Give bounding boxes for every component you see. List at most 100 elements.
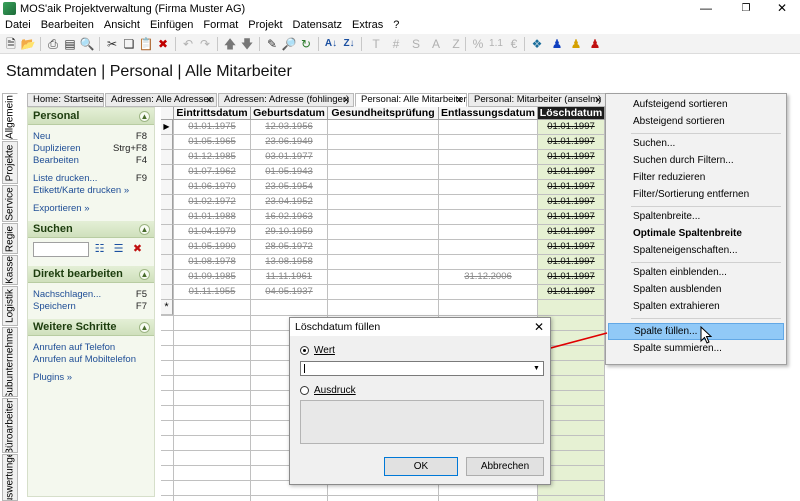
grid-cell[interactable]: 01.01.1997 <box>538 195 605 210</box>
grid-cell[interactable] <box>328 120 439 135</box>
col-header-gesundheitspruefung[interactable]: Gesundheitsprüfung <box>328 107 439 120</box>
grid-cell[interactable]: 01.01.1997 <box>538 270 605 285</box>
collapse-icon[interactable]: ▲ <box>139 111 150 122</box>
collapse-icon[interactable]: ▲ <box>139 224 150 235</box>
number-format-icon[interactable]: 1.1 <box>488 36 504 52</box>
move-down-icon[interactable]: 🡇 <box>239 36 255 52</box>
menu-projekt[interactable]: Projekt <box>243 18 287 34</box>
close-tab-icon[interactable]: ✕ <box>205 94 213 106</box>
edit-icon[interactable]: ✎ <box>264 36 280 52</box>
sort-ascending-icon[interactable]: A↓ <box>323 36 339 52</box>
menu-item-column-properties[interactable]: Spalteneigenschaften... <box>608 243 784 260</box>
format-text-icon[interactable]: T <box>368 36 384 52</box>
grid-cell[interactable]: 13.08.1958 <box>251 255 328 270</box>
row-header[interactable] <box>161 270 173 285</box>
collapse-icon[interactable]: ▲ <box>139 269 150 280</box>
percent-icon[interactable]: % <box>470 36 486 52</box>
row-header[interactable] <box>161 150 173 165</box>
redo-icon[interactable]: ↷ <box>197 36 213 52</box>
tools-icon[interactable]: ❖ <box>529 36 545 52</box>
user-red-icon[interactable]: ♟ <box>587 36 603 52</box>
grid-cell[interactable] <box>439 180 538 195</box>
copy-icon[interactable]: ❏ <box>121 36 137 52</box>
ok-button[interactable]: OK <box>384 457 458 476</box>
row-header[interactable] <box>161 180 173 195</box>
menu-extras[interactable]: Extras <box>347 18 388 34</box>
grid-cell[interactable]: 23.06.1949 <box>251 135 328 150</box>
grid-cell[interactable] <box>439 120 538 135</box>
format-number-icon[interactable]: # <box>388 36 404 52</box>
menu-item-search-filter[interactable]: Suchen durch Filtern... <box>608 153 784 170</box>
menu-item-remove-filter[interactable]: Filter/Sortierung entfernen <box>608 187 784 204</box>
row-header[interactable] <box>161 255 173 270</box>
user-yellow-icon[interactable]: ♟ <box>568 36 584 52</box>
menu-item-fill-column[interactable]: Spalte füllen... <box>608 323 784 340</box>
action-liste-drucken[interactable]: Liste drucken... F9 <box>28 173 154 185</box>
menu-ansicht[interactable]: Ansicht <box>99 18 145 34</box>
menu-item-reduce-filter[interactable]: Filter reduzieren <box>608 170 784 187</box>
tab-mitarbeiter-anselm[interactable]: Personal: Mitarbeiter (anselm) ✕ <box>468 93 606 107</box>
menu-item-show-columns[interactable]: Spalten einblenden... <box>608 265 784 282</box>
menu-help[interactable]: ? <box>388 18 404 34</box>
grid-cell[interactable]: 01.06.1970 <box>174 180 251 195</box>
tab-adresse-fohlinger[interactable]: Adressen: Adresse (fohlinger) ✕ <box>218 93 354 107</box>
close-tab-icon[interactable]: ✕ <box>455 94 463 106</box>
grid-cell[interactable]: 01.09.1985 <box>174 270 251 285</box>
paste-icon[interactable]: 📋 <box>138 36 154 52</box>
menu-item-hide-columns[interactable]: Spalten ausblenden <box>608 282 784 299</box>
col-header-geburtsdatum[interactable]: Geburtsdatum <box>251 107 328 120</box>
print-preview-icon[interactable]: 🔍 <box>79 36 95 52</box>
row-header[interactable] <box>161 240 173 255</box>
value-combobox[interactable]: ▼ <box>300 361 544 376</box>
action-anrufen-telefon[interactable]: Anrufen auf Telefon <box>28 342 154 354</box>
filter-list-icon[interactable]: ☰ <box>111 242 126 257</box>
menu-datensatz[interactable]: Datensatz <box>288 18 348 34</box>
grid-cell[interactable]: 12.03.1956 <box>251 120 328 135</box>
open-folder-icon[interactable]: 📂 <box>20 36 36 52</box>
format-z-icon[interactable]: Z <box>448 36 464 52</box>
expression-input[interactable] <box>300 400 544 444</box>
grid-cell[interactable] <box>328 285 439 300</box>
grid-cell[interactable] <box>439 195 538 210</box>
side-tab-subunternehmer[interactable]: Subunternehmer <box>2 327 18 397</box>
menu-item-sort-ascending[interactable]: Aufsteigend sortieren <box>608 97 784 114</box>
grid-cell[interactable]: 01.07.1962 <box>174 165 251 180</box>
new-document-icon[interactable]: 🗎 <box>3 36 19 52</box>
menu-item-extract-columns[interactable]: Spalten extrahieren <box>608 299 784 316</box>
grid-cell[interactable] <box>328 240 439 255</box>
close-button[interactable]: ✕ <box>764 0 800 18</box>
collapse-icon[interactable]: ▲ <box>139 322 150 333</box>
grid-cell[interactable] <box>439 285 538 300</box>
grid-cell[interactable]: 23.04.1952 <box>251 195 328 210</box>
format-s-icon[interactable]: S <box>408 36 424 52</box>
grid-cell[interactable]: 01.01.1997 <box>538 210 605 225</box>
grid-cell[interactable]: 31.12.2006 <box>439 270 538 285</box>
grid-cell[interactable]: 01.01.1997 <box>538 135 605 150</box>
row-header[interactable]: ▶ <box>161 120 173 135</box>
side-tab-logistik[interactable]: Logistik <box>2 286 18 326</box>
menu-item-sum-column[interactable]: Spalte summieren... <box>608 341 784 358</box>
grid-cell[interactable]: 03.01.1977 <box>251 150 328 165</box>
grid-cell[interactable]: 01.05.1990 <box>174 240 251 255</box>
side-tab-auswertungen[interactable]: Auswertungen <box>2 454 18 501</box>
side-tab-service[interactable]: Service <box>2 185 18 222</box>
side-tab-allgemein[interactable]: Allgemein <box>2 93 18 140</box>
row-header[interactable] <box>161 285 173 300</box>
value-radio[interactable] <box>300 346 309 355</box>
action-exportieren[interactable]: Exportieren » <box>28 203 154 215</box>
find-icon[interactable]: 🔎 <box>281 36 297 52</box>
grid-cell[interactable]: 01.04.1979 <box>174 225 251 240</box>
menu-datei[interactable]: Datei <box>0 18 36 34</box>
grid-cell[interactable] <box>439 210 538 225</box>
action-bearbeiten[interactable]: Bearbeiten F4 <box>28 155 154 167</box>
cut-icon[interactable]: ✂ <box>104 36 120 52</box>
menu-format[interactable]: Format <box>198 18 243 34</box>
move-up-icon[interactable]: 🡅 <box>222 36 238 52</box>
grid-cell[interactable] <box>439 255 538 270</box>
menu-bearbeiten[interactable]: Bearbeiten <box>36 18 99 34</box>
section-weitere-header[interactable]: Weitere Schritte ▲ <box>28 319 154 336</box>
row-header[interactable] <box>161 210 173 225</box>
grid-cell[interactable]: 01.01.1997 <box>538 165 605 180</box>
grid-cell[interactable]: 01.01.1997 <box>538 285 605 300</box>
menu-einfuegen[interactable]: Einfügen <box>145 18 198 34</box>
